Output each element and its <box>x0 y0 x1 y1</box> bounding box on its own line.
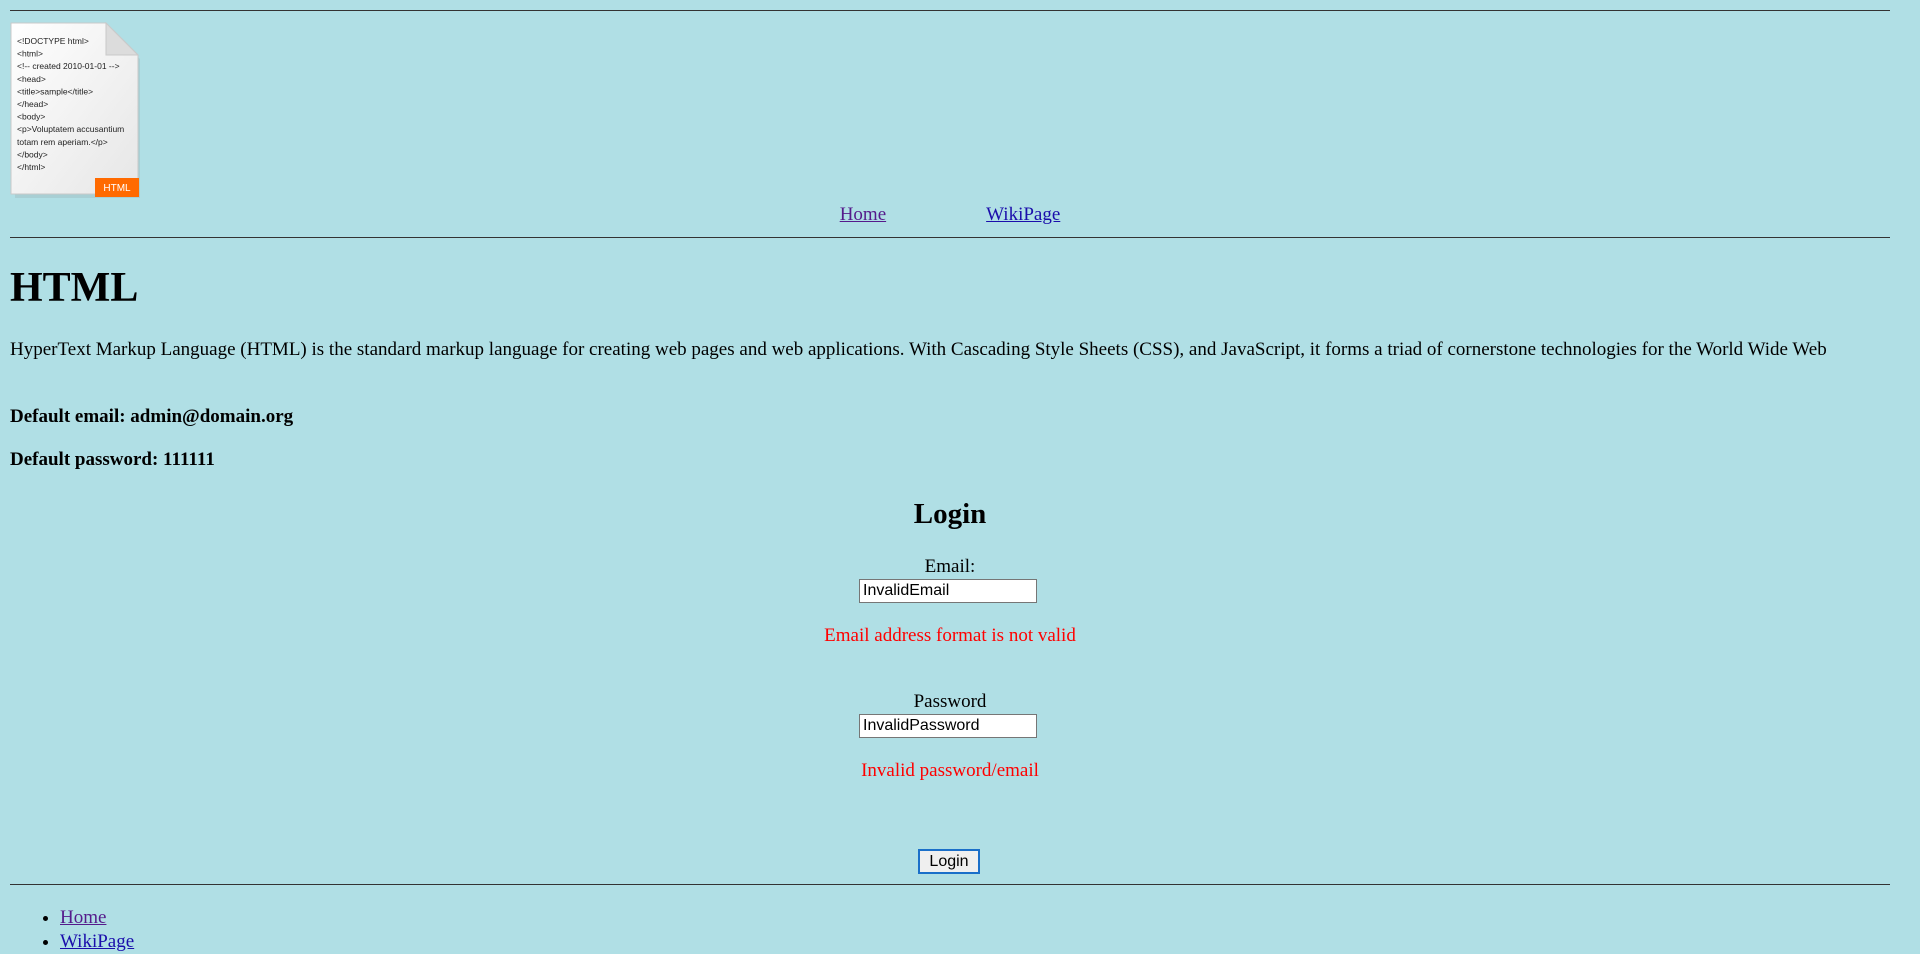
default-email-text: Default email: admin@domain.org <box>10 406 294 427</box>
logo-code-line: <body> <box>17 112 45 122</box>
intro-paragraph: HyperText Markup Language (HTML) is the … <box>10 339 1827 360</box>
footer-item-wikipage: WikiPage <box>60 930 134 954</box>
top-divider <box>10 10 1890 11</box>
logo-code-line: <head> <box>17 74 46 84</box>
footer-item-home: Home <box>60 906 134 930</box>
logo-code-line: <title>sample</title> <box>17 86 93 96</box>
default-password-text: Default password: 111111 <box>10 449 215 470</box>
logo-code-line: totam rem aperiam.</p> <box>17 137 108 147</box>
logo-code-line: <p>Voluptatem accusantium <box>17 124 124 134</box>
footer-nav: Home WikiPage <box>10 906 134 954</box>
logo-code-line: <!DOCTYPE html> <box>17 36 89 46</box>
password-label: Password <box>913 691 987 712</box>
logo-code-line: </head> <box>17 99 48 109</box>
logo-code-line: </html> <box>17 162 45 172</box>
email-error-message: Email address format is not valid <box>824 625 1076 646</box>
logo-code-line: </body> <box>17 149 48 159</box>
html-file-icon: <!DOCTYPE html> <html> <!-- created 2010-0… <box>10 21 142 202</box>
logo-code-line: <html> <box>17 49 43 59</box>
html-badge: HTML <box>103 183 131 194</box>
top-nav: Home WikiPage <box>10 204 1890 226</box>
email-label: Email: <box>924 556 976 577</box>
page-title: HTML <box>10 265 139 311</box>
login-button[interactable]: Login <box>918 849 980 874</box>
logo-code-line: <!-- created 2010-01-01 --> <box>17 61 120 71</box>
footer-wikipage-link[interactable]: WikiPage <box>60 931 134 952</box>
email-field[interactable] <box>859 579 1037 603</box>
footer-divider <box>10 884 1890 885</box>
password-field[interactable] <box>859 714 1037 738</box>
nav-home-link[interactable]: Home <box>840 204 886 225</box>
login-heading: Login <box>913 498 987 530</box>
header-divider <box>10 237 1890 238</box>
nav-wikipage-link[interactable]: WikiPage <box>986 204 1060 225</box>
password-error-message: Invalid password/email <box>861 760 1039 781</box>
footer-home-link[interactable]: Home <box>60 907 106 928</box>
